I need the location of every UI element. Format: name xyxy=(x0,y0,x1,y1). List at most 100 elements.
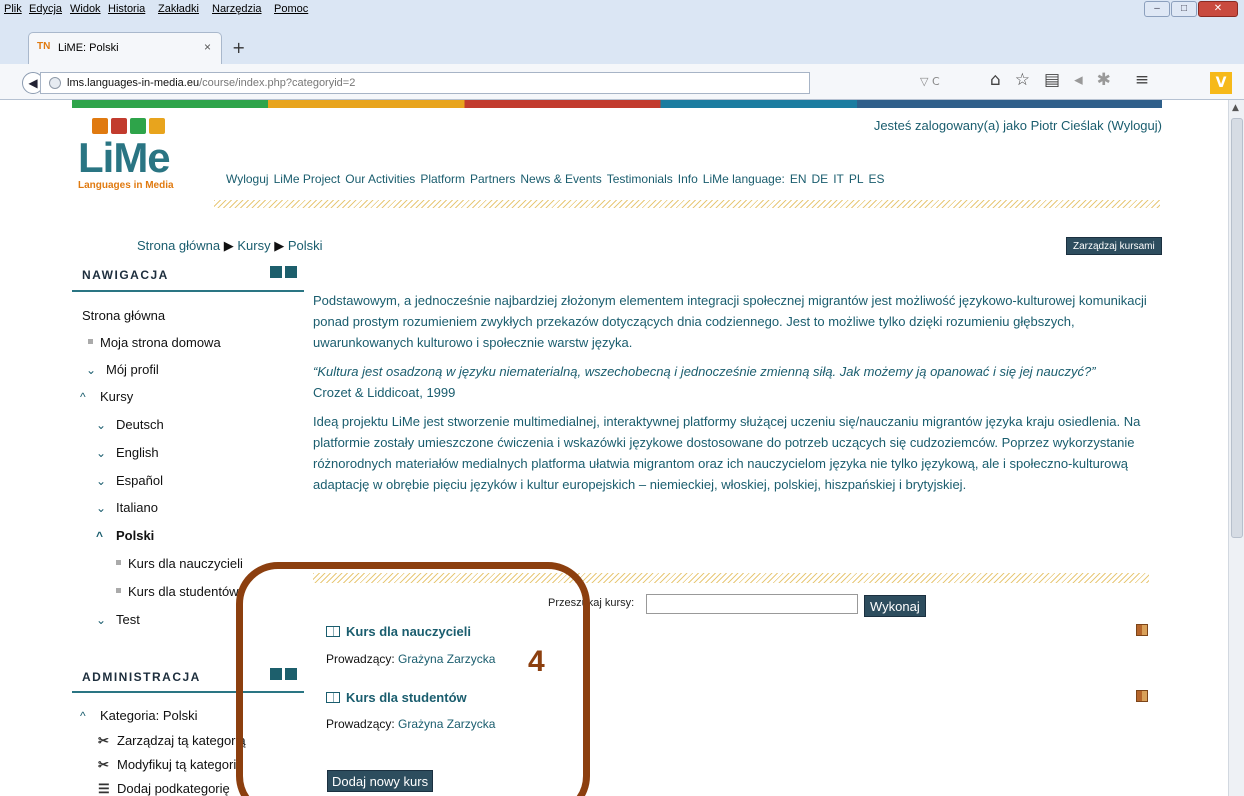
description-citation: Crozet & Liddicoat, 1999 xyxy=(313,385,456,400)
maximize-icon[interactable]: □ xyxy=(1171,1,1197,17)
logo-text: LiMe xyxy=(78,134,171,181)
logo-icons xyxy=(92,118,188,134)
tab-title: LiME: Polski xyxy=(58,42,119,54)
nav-item-espanol[interactable]: ⌄ Español xyxy=(96,473,163,488)
nav-item-home[interactable]: Strona główna xyxy=(82,308,165,323)
collapse-icon[interactable] xyxy=(270,266,282,278)
nav-item-label: Kurs dla studentów xyxy=(128,584,239,599)
dock-icon[interactable] xyxy=(285,266,297,278)
chevron-down-icon: ⌄ xyxy=(86,363,97,377)
nav-item-student-course[interactable]: Kurs dla studentów xyxy=(116,584,239,599)
menu-zakladki[interactable]: Zakładki xyxy=(158,3,199,15)
breadcrumb-current[interactable]: Polski xyxy=(288,238,323,253)
bullet-icon xyxy=(88,339,93,344)
admin-item-label: Dodaj podkategorię xyxy=(117,781,230,796)
menu-pomoc[interactable]: Pomoc xyxy=(274,3,308,15)
admin-edit-category[interactable]: ✂ Modyfikuj tą kategorię xyxy=(98,757,243,773)
chevron-down-icon: ⌄ xyxy=(96,474,107,488)
new-tab-icon[interactable]: + xyxy=(232,38,245,57)
admin-manage-category[interactable]: ✂ Zarządzaj tą kategorią xyxy=(98,733,246,749)
enrol-icon[interactable] xyxy=(1136,690,1148,702)
nav-testimonials[interactable]: Testimonials xyxy=(607,172,673,186)
nav-item-label: Deutsch xyxy=(116,417,164,432)
nav-item-label: Strona główna xyxy=(82,308,166,323)
globe-icon xyxy=(49,77,61,89)
menu-narzedzia[interactable]: Narzędzia xyxy=(212,3,262,15)
course-search-input[interactable] xyxy=(646,594,858,614)
send-icon[interactable]: ◂ xyxy=(1074,70,1083,90)
nav-item-test[interactable]: ⌄ Test xyxy=(96,612,140,627)
lang-de[interactable]: DE xyxy=(812,172,829,186)
nav-item-english[interactable]: ⌄ English xyxy=(96,445,159,460)
dropdown-reload-icons[interactable]: ▽ C xyxy=(920,75,940,88)
scroll-up-icon[interactable]: ▲ xyxy=(1232,103,1239,113)
nav-item-label: English xyxy=(116,445,159,460)
breadcrumb-courses[interactable]: Kursy xyxy=(237,238,270,253)
logged-in-info[interactable]: Jesteś zalogowany(a) jako Piotr Cieślak … xyxy=(874,118,1162,133)
chevron-up-icon: ^ xyxy=(96,529,104,543)
nav-item-label: Kursy xyxy=(100,389,134,404)
tab-bar: TN LiME: Polski × + xyxy=(0,20,1244,64)
nav-info[interactable]: Info xyxy=(678,172,698,186)
address-bar[interactable]: lms.languages-in-media.eu/course/index.p… xyxy=(40,72,810,94)
nav-item-label: Polski xyxy=(116,528,155,543)
nav-item-polski[interactable]: ^ Polski xyxy=(96,528,154,543)
nav-item-label: Kurs dla nauczycieli xyxy=(128,556,243,571)
chevron-down-icon: ⌄ xyxy=(96,613,107,627)
lang-pl[interactable]: PL xyxy=(849,172,864,186)
menu-widok[interactable]: Widok xyxy=(70,3,101,15)
nav-item-label: Italiano xyxy=(116,500,158,515)
admin-category[interactable]: ^ Kategoria: Polski xyxy=(80,708,198,723)
nav-lime-project[interactable]: LiMe Project xyxy=(274,172,341,186)
nav-item-italiano[interactable]: ⌄ Italiano xyxy=(96,500,158,515)
menu-plik[interactable]: Plik xyxy=(4,3,22,15)
home-icon[interactable]: ⌂ xyxy=(990,70,1001,90)
nav-wyloguj[interactable]: Wyloguj xyxy=(226,172,269,186)
bullet-icon xyxy=(116,588,121,593)
nav-item-courses[interactable]: ^ Kursy xyxy=(80,389,133,404)
nav-item-my-profile[interactable]: ⌄ Mój profil xyxy=(86,362,159,377)
lang-it[interactable]: IT xyxy=(833,172,844,186)
scrollbar-thumb[interactable] xyxy=(1231,118,1243,538)
description-paragraph-2: Ideą projektu LiMe jest stworzenie multi… xyxy=(313,414,1141,492)
enrol-icon[interactable] xyxy=(1136,624,1148,636)
annotation-highlight-box xyxy=(236,562,590,796)
menu-edycja[interactable]: Edycja xyxy=(29,3,62,15)
menu-icon[interactable]: ≡ xyxy=(1135,70,1149,90)
tab-lime-polski[interactable]: TN LiME: Polski × xyxy=(28,32,222,64)
admin-add-subcategory[interactable]: ☰ Dodaj podkategorię xyxy=(98,781,230,796)
navigation-bar: ◀ lms.languages-in-media.eu/course/index… xyxy=(0,64,1244,100)
close-window-icon[interactable]: ✕ xyxy=(1198,1,1238,17)
color-strip xyxy=(72,100,1162,108)
tab-close-icon[interactable]: × xyxy=(204,40,211,54)
page-scrollbar[interactable]: ▲ xyxy=(1228,100,1244,796)
search-submit-button[interactable]: Wykonaj xyxy=(864,595,926,617)
lime-favicon-icon: TN xyxy=(37,41,51,52)
vivaldi-extension-icon[interactable]: V xyxy=(1210,72,1232,94)
extension-icon[interactable]: ✱ xyxy=(1097,70,1111,90)
breadcrumb-home[interactable]: Strona główna xyxy=(137,238,220,253)
bookmark-star-icon[interactable]: ☆ xyxy=(1015,70,1030,90)
lime-logo[interactable]: LiMe Languages in Media xyxy=(78,118,188,208)
lang-en[interactable]: EN xyxy=(790,172,807,186)
nav-item-my-home[interactable]: Moja strona domowa xyxy=(88,335,221,350)
nav-partners[interactable]: Partners xyxy=(470,172,515,186)
menu-historia[interactable]: Historia xyxy=(108,3,145,15)
manage-courses-button[interactable]: Zarządzaj kursami xyxy=(1066,237,1162,255)
nav-item-teacher-course[interactable]: Kurs dla nauczycieli xyxy=(116,556,243,571)
minimize-icon[interactable]: – xyxy=(1144,1,1170,17)
header-divider xyxy=(214,200,1160,208)
tools-icon: ✂ xyxy=(98,757,109,772)
chevron-down-icon: ⌄ xyxy=(96,446,107,460)
nav-platform[interactable]: Platform xyxy=(420,172,465,186)
lang-es[interactable]: ES xyxy=(869,172,885,186)
browser-window: Plik Edycja Widok Historia Zakładki Narz… xyxy=(0,0,1244,796)
nav-item-label: Mój profil xyxy=(106,362,159,377)
nav-block-divider xyxy=(72,290,304,292)
nav-item-deutsch[interactable]: ⌄ Deutsch xyxy=(96,417,164,432)
url-path: /course/index.php?categoryid=2 xyxy=(199,77,356,89)
reading-list-icon[interactable]: ▤ xyxy=(1044,70,1060,90)
nav-news-events[interactable]: News & Events xyxy=(520,172,601,186)
nav-our-activities[interactable]: Our Activities xyxy=(345,172,415,186)
url-host: lms.languages-in-media.eu xyxy=(67,77,200,89)
